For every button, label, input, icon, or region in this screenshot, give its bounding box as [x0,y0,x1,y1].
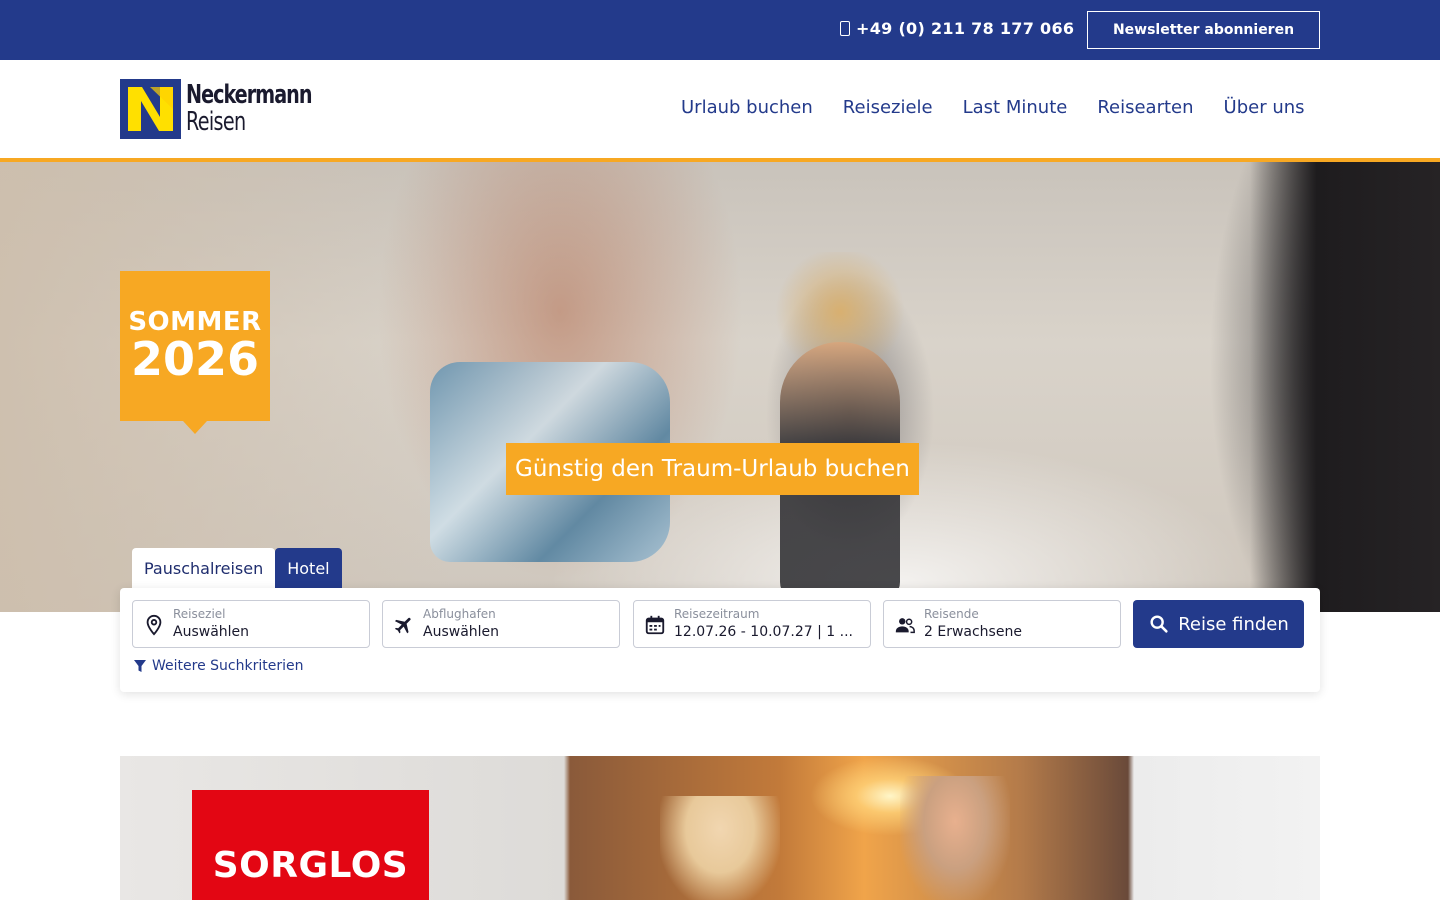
departure-airport-value: Auswählen [423,624,500,640]
calendar-icon [644,614,666,636]
nav-reiseziele[interactable]: Reiseziele [828,97,948,118]
destination-field[interactable]: Reiseziel Auswählen [132,600,370,648]
top-bar: +49 (0) 211 78 177 066 Newsletter abonni… [0,0,1440,60]
promo-banner[interactable]: SORGLOS [120,756,1320,900]
search-panel: Reiseziel Auswählen Abflughafen Auswähle… [120,588,1320,692]
logo[interactable]: Neckermann Reisen [120,79,339,139]
destination-label: Reiseziel [173,607,226,621]
phone-icon [840,21,850,36]
travel-period-label: Reisezeitraum [674,607,760,621]
logo-line2: Reisen [186,107,246,137]
promo-figure-man [900,776,1010,900]
departure-airport-field[interactable]: Abflughafen Auswählen [382,600,620,648]
travellers-value: 2 Erwachsene [924,624,1022,640]
nav-reisearten[interactable]: Reisearten [1082,97,1208,118]
newsletter-button[interactable]: Newsletter abonnieren [1087,11,1320,49]
main-header: Neckermann Reisen Urlaub buchen Reisezie… [0,60,1440,162]
people-icon [894,614,916,636]
tab-pauschalreisen[interactable]: Pauschalreisen [132,548,276,588]
travellers-label: Reisende [924,607,979,621]
promo-headline: SORGLOS [212,845,409,886]
promo-figure-woman [660,796,780,900]
destination-value: Auswählen [173,624,250,640]
departure-airport-label: Abflughafen [423,607,496,621]
airplane-icon [393,614,415,636]
search-tabs: Pauschalreisen Hotel [132,548,342,588]
find-trip-button[interactable]: Reise finden [1133,600,1304,648]
filter-icon [134,659,146,672]
badge-line2: 2026 [130,331,260,386]
location-pin-icon [143,614,165,636]
travel-period-field[interactable]: Reisezeitraum 12.07.26 - 10.07.27 | 1 ..… [633,600,871,648]
main-nav: Urlaub buchen Reiseziele Last Minute Rei… [666,97,1320,118]
nav-last-minute[interactable]: Last Minute [948,97,1083,118]
find-trip-label: Reise finden [1178,613,1289,635]
phone-link[interactable]: +49 (0) 211 78 177 066 [840,19,1074,38]
search-icon [1150,615,1168,633]
logo-line1: Neckermann [186,79,312,110]
phone-number: +49 (0) 211 78 177 066 [856,19,1075,38]
hero-figure-mother [1250,162,1440,612]
nav-urlaub-buchen[interactable]: Urlaub buchen [666,97,828,118]
hero-tagline: Günstig den Traum-Urlaub buchen [506,443,919,495]
travellers-field[interactable]: Reisende 2 Erwachsene [883,600,1121,648]
tab-hotel[interactable]: Hotel [275,548,342,588]
travel-period-value: 12.07.26 - 10.07.27 | 1 ... [674,624,853,640]
nav-ueber-uns[interactable]: Über uns [1209,97,1320,118]
promo-red-box: SORGLOS [192,790,429,900]
badge-line1: SOMMER [128,306,262,337]
logo-mark-icon [120,79,181,139]
logo-text: Neckermann Reisen [186,79,339,137]
more-criteria-label: Weitere Suchkriterien [152,658,304,674]
more-criteria-link[interactable]: Weitere Suchkriterien [134,658,303,674]
summer-badge[interactable]: SOMMER 2026 [120,271,270,434]
